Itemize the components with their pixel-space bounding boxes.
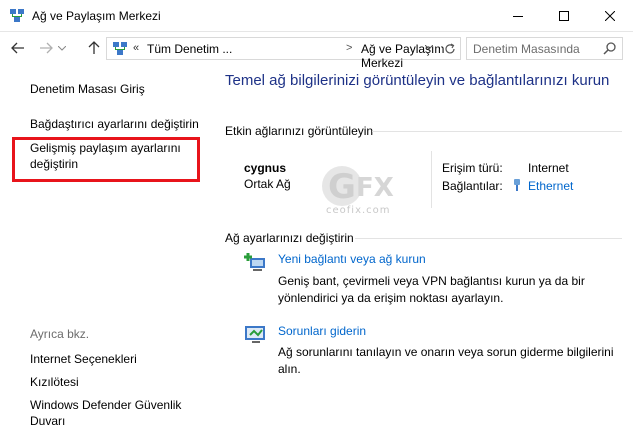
active-networks-title: Etkin ağlarınızı görüntüleyin <box>225 124 374 138</box>
arrow-left-icon <box>11 42 24 54</box>
close-icon <box>605 11 615 21</box>
search-input[interactable] <box>473 41 593 57</box>
page-title: Temel ağ bilgilerinizi görüntüleyin ve b… <box>225 72 610 89</box>
search-box[interactable] <box>466 37 623 60</box>
change-settings-title: Ağ ayarlarınızı değiştirin <box>225 231 354 245</box>
refresh-icon <box>444 43 455 54</box>
svg-text:G: G <box>328 167 356 207</box>
chevron-down-icon <box>424 44 434 50</box>
troubleshoot-icon <box>245 326 265 343</box>
internet-options-link[interactable]: Internet Seçenekleri <box>30 351 137 367</box>
breadcrumb-all-control-panel[interactable]: Tüm Denetim ... <box>147 42 232 56</box>
arrow-right-icon <box>40 42 53 54</box>
see-also-label: Ayrıca bkz. <box>30 327 90 341</box>
address-bar[interactable]: « Tüm Denetim ... > Ağ ve Paylaşım Merke… <box>106 37 461 70</box>
minimize-button[interactable] <box>495 0 541 32</box>
section-divider <box>372 131 622 132</box>
close-button[interactable] <box>587 0 633 32</box>
main-pane: Temel ağ bilgilerinizi görüntüleyin ve b… <box>212 63 633 447</box>
navigation-bar: « Tüm Denetim ... > Ağ ve Paylaşım Merke… <box>0 33 633 70</box>
maximize-button[interactable] <box>541 0 587 32</box>
address-dropdown-button[interactable] <box>424 42 434 52</box>
svg-text:ceofix.com: ceofix.com <box>326 205 391 216</box>
recent-locations-button[interactable] <box>55 38 69 58</box>
troubleshoot-problems-link[interactable]: Sorunları giderin <box>278 324 366 338</box>
ceofix-watermark-logo: G FX ceofix.com <box>322 166 394 216</box>
network-category-link[interactable]: Ortak Ağ <box>244 177 291 191</box>
section-divider <box>355 238 622 239</box>
network-divider <box>431 151 432 208</box>
change-adapter-settings-link[interactable]: Bağdaştırıcı ayarlarını değiştirin <box>30 116 199 132</box>
up-button[interactable] <box>84 38 104 58</box>
back-button[interactable] <box>8 38 28 58</box>
refresh-button[interactable] <box>440 40 458 58</box>
ethernet-icon <box>514 179 520 191</box>
network-name: cygnus <box>244 161 287 175</box>
arrow-up-icon <box>88 41 100 54</box>
network-center-icon <box>113 42 127 55</box>
svg-text:FX: FX <box>356 173 394 203</box>
left-pane: Denetim Masası Giriş Bağdaştırıcı ayarla… <box>0 63 212 447</box>
chevron-down-icon <box>58 45 66 51</box>
connections-label: Bağlantılar: <box>442 179 503 193</box>
infrared-link[interactable]: Kızılötesi <box>30 374 79 390</box>
breadcrumb-separator[interactable]: > <box>346 42 352 54</box>
control-panel-home-link[interactable]: Denetim Masası Giriş <box>30 81 145 97</box>
setup-new-connection-description: Geniş bant, çevirmeli veya VPN bağlantıs… <box>278 274 585 305</box>
maximize-icon <box>559 11 569 21</box>
access-type-value: Internet <box>528 161 569 175</box>
network-center-app-icon <box>10 9 24 22</box>
title-bar[interactable]: Ağ ve Paylaşım Merkezi <box>0 0 633 32</box>
window-title: Ağ ve Paylaşım Merkezi <box>32 9 161 23</box>
windows-defender-firewall-link[interactable]: Windows Defender Güvenlik Duvarı <box>30 397 200 429</box>
new-connection-icon <box>244 253 265 271</box>
highlight-box <box>12 137 200 182</box>
troubleshoot-problems-description: Ağ sorunlarını tanılayın ve onarın veya … <box>278 345 614 376</box>
search-icon[interactable] <box>602 41 618 57</box>
access-type-label: Erişim türü: <box>442 161 503 175</box>
breadcrumb-overflow[interactable]: « <box>133 42 139 54</box>
setup-new-connection-link[interactable]: Yeni bağlantı veya ağ kurun <box>278 252 426 266</box>
minimize-icon <box>513 16 523 17</box>
forward-button[interactable] <box>36 38 56 58</box>
ethernet-connection-link[interactable]: Ethernet <box>528 179 573 193</box>
